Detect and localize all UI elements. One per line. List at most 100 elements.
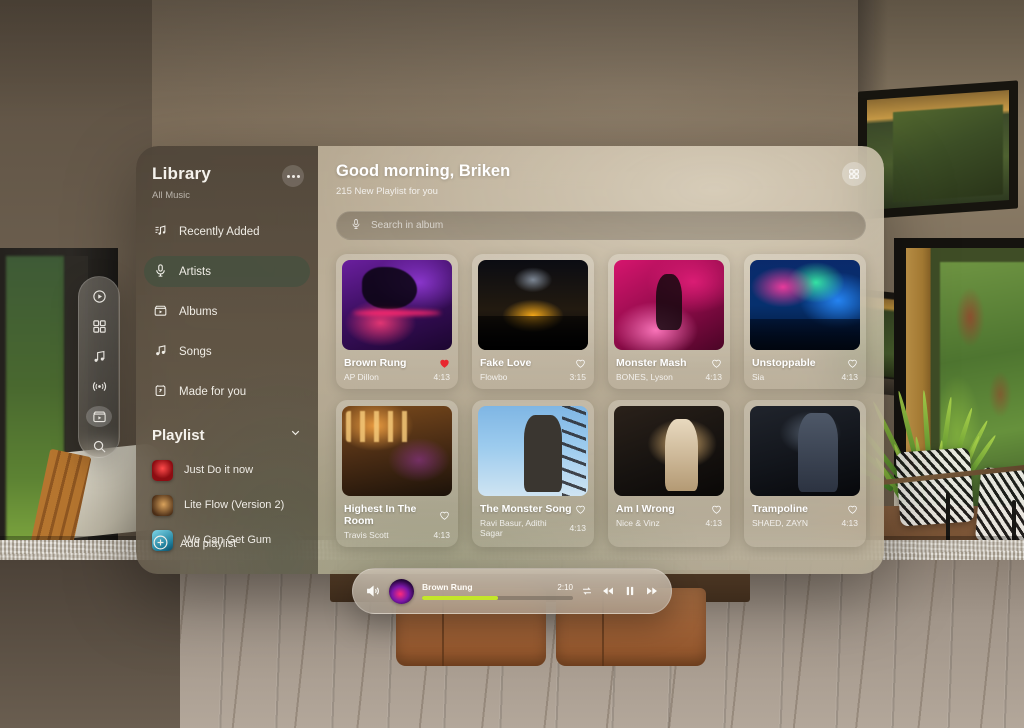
- album-artist: BONES, Lyson: [616, 372, 673, 382]
- album-card[interactable]: Unstoppable Sia 4:13: [744, 254, 866, 389]
- album-title: Fake Love: [480, 357, 532, 369]
- now-playing-info: Brown Rung 2:10: [422, 582, 573, 600]
- sidebar-more-button[interactable]: [282, 165, 304, 187]
- microphone-icon[interactable]: [350, 217, 362, 235]
- album-box-icon: [153, 303, 168, 321]
- album-duration: 4:13: [705, 372, 722, 382]
- music-note-icon: [153, 343, 168, 361]
- album-artwork: [342, 260, 452, 350]
- album-artist: AP Dillon: [344, 372, 379, 382]
- like-button[interactable]: [711, 358, 722, 369]
- now-playing-title: Brown Rung: [422, 582, 473, 592]
- sidebar-item-recently-added[interactable]: Recently Added: [144, 216, 310, 247]
- album-artwork: [478, 406, 588, 496]
- playlist-item[interactable]: Lite Flow (Version 2): [136, 491, 318, 519]
- playlist-section-header[interactable]: Playlist: [136, 426, 318, 444]
- sidebar-item-songs[interactable]: Songs: [144, 336, 310, 367]
- dock-music-note-icon[interactable]: [86, 346, 112, 367]
- album-card[interactable]: Fake Love Flowbo 3:15: [472, 254, 594, 389]
- now-playing-time: 2:10: [557, 582, 573, 592]
- sidebar-item-artists[interactable]: Artists: [144, 256, 310, 287]
- like-button[interactable]: [847, 504, 858, 515]
- volume-icon[interactable]: [365, 583, 381, 599]
- progress-fill: [422, 596, 498, 600]
- like-button[interactable]: [439, 510, 450, 521]
- plus-circle-icon: [152, 534, 169, 554]
- chevron-down-icon[interactable]: [289, 426, 302, 444]
- album-artist: Flowbo: [480, 372, 508, 382]
- album-card[interactable]: Monster Mash BONES, Lyson 4:13: [608, 254, 730, 389]
- dot: [291, 174, 295, 178]
- playlist-thumbnail: [152, 494, 173, 516]
- progress-bar[interactable]: [422, 596, 573, 600]
- repeat-icon[interactable]: [581, 585, 593, 597]
- album-title: The Monster Song: [480, 503, 572, 515]
- album-card[interactable]: Trampoline SHAED, ZAYN 4:13: [744, 400, 866, 547]
- album-duration: 4:13: [433, 372, 450, 382]
- sidebar-nav: Recently Added Artists Albums Songs Made…: [136, 216, 318, 407]
- content-header: Good morning, Briken 215 New Playlist fo…: [336, 162, 866, 197]
- dock-radio-icon[interactable]: [86, 376, 112, 397]
- like-button[interactable]: [711, 504, 722, 515]
- playlist-thumbnail: [152, 459, 173, 481]
- music-app-panel: Library All Music Recently Added Artists…: [136, 146, 884, 574]
- album-artwork: [614, 406, 724, 496]
- sidebar-header: Library: [136, 164, 318, 187]
- like-button[interactable]: [575, 358, 586, 369]
- dock-play-circle-icon[interactable]: [86, 286, 112, 307]
- album-title: Monster Mash: [616, 357, 687, 369]
- library-title: Library: [152, 164, 212, 183]
- made-for-you-icon: [153, 383, 168, 401]
- album-artwork: [750, 260, 860, 350]
- like-button[interactable]: [575, 504, 586, 515]
- sidebar-item-label: Recently Added: [179, 225, 260, 238]
- greeting-title: Good morning, Briken: [336, 162, 511, 180]
- album-artist: Sia: [752, 372, 765, 382]
- album-artist: Nice & Vinz: [616, 518, 660, 528]
- sidebar-item-label: Artists: [179, 265, 211, 278]
- album-artwork: [342, 406, 452, 496]
- dot: [286, 174, 290, 178]
- album-title: Unstoppable: [752, 357, 816, 369]
- album-artist: Travis Scott: [344, 530, 389, 540]
- album-card[interactable]: Highest In The Room Travis Scott 4:13: [336, 400, 458, 547]
- previous-button[interactable]: [601, 584, 615, 598]
- playlist-title: Playlist: [152, 426, 205, 444]
- album-artwork: [478, 260, 588, 350]
- like-button[interactable]: [847, 358, 858, 369]
- playlist-item[interactable]: Just Do it now: [136, 456, 318, 484]
- album-title: Trampoline: [752, 503, 809, 515]
- album-duration: 4:13: [841, 372, 858, 382]
- recently-added-icon: [153, 223, 168, 241]
- pause-button[interactable]: [623, 584, 637, 598]
- album-duration: 4:13: [841, 518, 858, 528]
- album-artist: SHAED, ZAYN: [752, 518, 809, 528]
- album-duration: 4:13: [705, 518, 722, 528]
- search-input[interactable]: Search in album: [371, 220, 443, 231]
- grid-view-button[interactable]: [842, 162, 866, 186]
- sidebar-item-label: Albums: [179, 305, 218, 318]
- dock-search-icon[interactable]: [86, 436, 112, 457]
- microphone-icon: [153, 263, 168, 281]
- dock-grid-icon[interactable]: [86, 316, 112, 337]
- sidebar: Library All Music Recently Added Artists…: [136, 146, 318, 574]
- sidebar-item-made-for-you[interactable]: Made for you: [144, 376, 310, 407]
- like-button-filled[interactable]: [439, 358, 450, 369]
- next-button[interactable]: [645, 584, 659, 598]
- floating-dock[interactable]: [78, 276, 120, 458]
- add-playlist-button[interactable]: Add playlist: [136, 534, 252, 554]
- album-grid: Brown Rung AP Dillon 4:13 Fake Love Flow…: [336, 254, 866, 547]
- album-artist: Ravi Basur, Adithi Sagar: [480, 518, 547, 538]
- album-card[interactable]: Am I Wrong Nice & Vinz 4:13: [608, 400, 730, 547]
- album-card[interactable]: The Monster Song Ravi Basur, Adithi Saga…: [472, 400, 594, 547]
- album-duration: 4:13: [433, 530, 450, 540]
- sidebar-item-label: Songs: [179, 345, 212, 358]
- add-playlist-label: Add playlist: [180, 538, 237, 550]
- album-card[interactable]: Brown Rung AP Dillon 4:13: [336, 254, 458, 389]
- album-title: Am I Wrong: [616, 503, 675, 515]
- search-bar[interactable]: Search in album: [336, 211, 866, 240]
- album-duration: 3:15: [569, 372, 586, 382]
- dock-albums-icon[interactable]: [86, 406, 112, 427]
- sidebar-item-albums[interactable]: Albums: [144, 296, 310, 327]
- greeting-subtitle: 215 New Playlist for you: [336, 186, 438, 197]
